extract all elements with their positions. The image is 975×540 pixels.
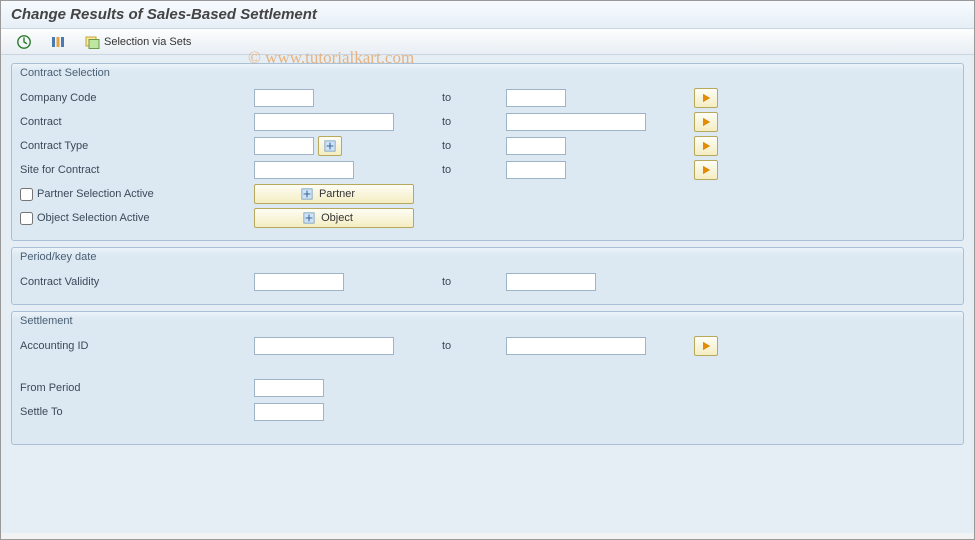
search-help-contract-type[interactable] [318, 136, 342, 156]
label-partner-selection: Partner Selection Active [37, 188, 154, 200]
row-contract-validity: Contract Validity to [20, 270, 955, 294]
input-company-code-to[interactable] [506, 89, 566, 107]
checkbox-object-selection[interactable] [20, 212, 33, 225]
label-settle-to: Settle To [20, 406, 250, 418]
label-contract-validity: Contract Validity [20, 276, 250, 288]
multi-select-site[interactable] [694, 160, 718, 180]
label-to: to [442, 164, 502, 176]
multi-select-contract-type[interactable] [694, 136, 718, 156]
row-settle-to: Settle To [20, 400, 955, 424]
input-company-code-from[interactable] [254, 89, 314, 107]
input-accounting-id-from[interactable] [254, 337, 394, 355]
group-settlement-title: Settlement [12, 312, 963, 330]
group-contract-selection: Contract Selection Company Code to Contr… [11, 63, 964, 241]
label-to: to [442, 140, 502, 152]
input-from-period[interactable] [254, 379, 324, 397]
arrow-right-icon [703, 118, 710, 126]
button-object[interactable]: Object [254, 208, 414, 228]
group-period-title: Period/key date [12, 248, 963, 266]
row-company-code: Company Code to [20, 86, 955, 110]
label-to: to [442, 92, 502, 104]
row-object-selection: Object Selection Active Object [20, 206, 955, 230]
input-accounting-id-to[interactable] [506, 337, 646, 355]
row-contract-type: Contract Type to [20, 134, 955, 158]
row-site: Site for Contract to [20, 158, 955, 182]
label-to: to [442, 116, 502, 128]
label-object-selection: Object Selection Active [37, 212, 150, 224]
sets-icon [84, 34, 100, 50]
arrow-right-icon [703, 166, 710, 174]
row-accounting-id: Accounting ID to [20, 334, 955, 358]
row-contract: Contract to [20, 110, 955, 134]
label-accounting-id: Accounting ID [20, 340, 250, 352]
label-contract-type: Contract Type [20, 140, 250, 152]
label-to: to [442, 340, 502, 352]
arrow-right-icon [703, 142, 710, 150]
multi-select-accounting-id[interactable] [694, 336, 718, 356]
input-site-from[interactable] [254, 161, 354, 179]
expand-icon [303, 212, 315, 224]
label-company-code: Company Code [20, 92, 250, 104]
input-contract-from[interactable] [254, 113, 394, 131]
page-title: Change Results of Sales-Based Settlement [1, 1, 974, 29]
multi-select-contract[interactable] [694, 112, 718, 132]
expand-icon [301, 188, 313, 200]
input-validity-to[interactable] [506, 273, 596, 291]
row-partner-selection: Partner Selection Active Partner [20, 182, 955, 206]
group-contract-title: Contract Selection [12, 64, 963, 82]
row-from-period: From Period [20, 376, 955, 400]
toolbar: Selection via Sets [1, 29, 974, 55]
label-contract: Contract [20, 116, 250, 128]
button-partner[interactable]: Partner [254, 184, 414, 204]
label-site: Site for Contract [20, 164, 250, 176]
group-settlement: Settlement Accounting ID to From Period … [11, 311, 964, 445]
selection-via-sets-label: Selection via Sets [104, 36, 191, 48]
search-help-icon [324, 140, 336, 152]
group-period: Period/key date Contract Validity to [11, 247, 964, 305]
input-contract-to[interactable] [506, 113, 646, 131]
variant-icon [50, 34, 66, 50]
label-from-period: From Period [20, 382, 250, 394]
multi-select-company-code[interactable] [694, 88, 718, 108]
checkbox-partner-selection[interactable] [20, 188, 33, 201]
execute-button[interactable] [11, 32, 37, 52]
clock-execute-icon [16, 34, 32, 50]
input-site-to[interactable] [506, 161, 566, 179]
input-contract-type-to[interactable] [506, 137, 566, 155]
content-area: Contract Selection Company Code to Contr… [1, 55, 974, 533]
input-contract-type-from[interactable] [254, 137, 314, 155]
input-validity-from[interactable] [254, 273, 344, 291]
variant-button[interactable] [45, 32, 71, 52]
input-settle-to[interactable] [254, 403, 324, 421]
arrow-right-icon [703, 342, 710, 350]
label-to: to [442, 276, 502, 288]
button-object-label: Object [321, 212, 353, 224]
selection-via-sets-button[interactable]: Selection via Sets [79, 32, 196, 52]
button-partner-label: Partner [319, 188, 355, 200]
arrow-right-icon [703, 94, 710, 102]
